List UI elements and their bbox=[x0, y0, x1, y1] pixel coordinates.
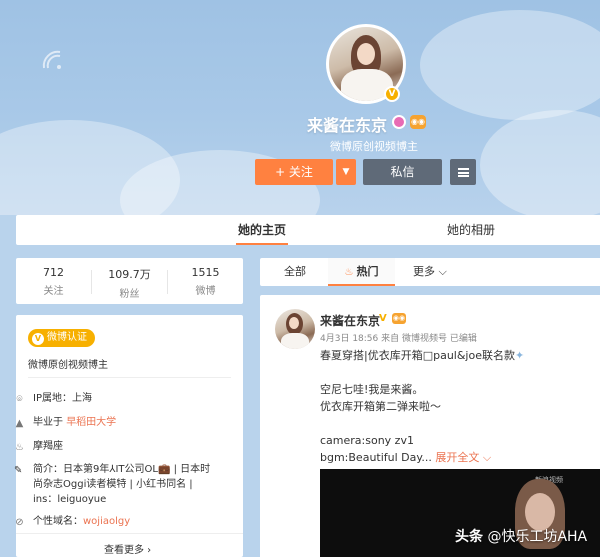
stat-posts[interactable]: 1515 微博 bbox=[168, 266, 243, 297]
bio-row: ✎ 简介：日本第9年⅄IT公司OL💼 | 日本时尚杂志Oggi读者模特 | 小红… bbox=[14, 462, 219, 507]
education-prefix: 毕业于 bbox=[33, 417, 67, 428]
menu-icon bbox=[457, 168, 469, 177]
profile-tab-bar: 她的主页 她的相册 bbox=[16, 215, 600, 245]
cake-icon: ♨ bbox=[15, 442, 24, 453]
sparkle-icon: ✦ bbox=[514, 349, 525, 362]
level-badge-icon[interactable]: ◉◉ bbox=[392, 313, 406, 324]
verification-description: 微博原创视频博主 bbox=[28, 360, 108, 371]
stat-label: 微博 bbox=[195, 286, 216, 297]
stat-following[interactable]: 712 关注 bbox=[16, 266, 91, 297]
zodiac-row: ♨ 摩羯座 bbox=[14, 437, 63, 453]
feed-tab-all[interactable]: 全部 bbox=[284, 258, 306, 286]
more-menu-button[interactable] bbox=[450, 159, 476, 185]
post-line: 优衣库开箱第二弹来啦～ bbox=[320, 400, 441, 413]
message-button[interactable]: 私信 bbox=[363, 159, 442, 185]
feed-tab-hot[interactable]: ♨ 热门 bbox=[328, 258, 395, 286]
post-line: camera:sony zv1 bbox=[320, 434, 414, 447]
watermark-text: @快乐工坊AHA bbox=[483, 529, 588, 545]
stat-label: 关注 bbox=[43, 286, 64, 297]
profile-name: 来酱在东京 bbox=[307, 116, 388, 135]
follow-dropdown-button[interactable]: ▼ bbox=[336, 159, 356, 185]
domain-prefix: 个性域名： bbox=[33, 516, 83, 527]
link-icon: ⊘ bbox=[15, 517, 24, 528]
feed-tab-hot-label: 热门 bbox=[356, 265, 379, 278]
ip-location-row: ⌾ IP属地：上海 bbox=[14, 389, 92, 405]
ip-location-text: IP属地：上海 bbox=[33, 393, 92, 404]
tab-album[interactable]: 她的相册 bbox=[447, 215, 495, 245]
level-badge-icon[interactable]: ◉◉ bbox=[410, 115, 426, 129]
watermark-brand: 头条 bbox=[455, 529, 483, 545]
profile-description: 微博原创视频博主 bbox=[330, 140, 418, 153]
divider bbox=[28, 377, 231, 378]
zodiac-text: 摩羯座 bbox=[33, 441, 63, 452]
post-meta: 4月3日 18:56 来自 微博视频号 已编辑 bbox=[320, 334, 477, 344]
stat-value: 109.7万 bbox=[108, 268, 151, 281]
verified-v-icon: V bbox=[384, 86, 400, 102]
expand-full-text-link[interactable]: 展开全文 ⌵ bbox=[435, 451, 491, 464]
verification-badge[interactable]: V 微博认证 bbox=[28, 329, 95, 347]
stat-label: 粉丝 bbox=[119, 289, 140, 300]
feed-tab-bar: 全部 ♨ 热门 更多 ⌵ bbox=[260, 258, 600, 286]
post-author-avatar[interactable] bbox=[275, 309, 315, 349]
post-author-name[interactable]: 来酱在东京 bbox=[320, 312, 380, 329]
location-pin-icon: ⌾ bbox=[16, 394, 23, 405]
domain-link[interactable]: wojiaolgy bbox=[83, 516, 130, 527]
verified-v-icon: V bbox=[32, 333, 44, 345]
post-card: 来酱在东京 V ◉◉ 4月3日 18:56 来自 微博视频号 已编辑 春夏穿搭|… bbox=[260, 295, 600, 557]
verified-v-icon: V bbox=[379, 313, 387, 324]
education-row: ▲ 毕业于 早稻田大学 bbox=[14, 413, 117, 429]
stat-value: 712 bbox=[43, 266, 64, 279]
view-more-link[interactable]: 查看更多 › bbox=[104, 541, 151, 556]
verification-label: 微博认证 bbox=[47, 332, 87, 343]
vip-member-icon[interactable] bbox=[392, 115, 406, 129]
tab-home[interactable]: 她的主页 bbox=[235, 215, 289, 245]
stats-panel: 712 关注 109.7万 粉丝 1515 微博 bbox=[16, 258, 243, 304]
domain-row: ⊘ 个性域名：wojiaolgy bbox=[14, 512, 130, 528]
feed-tab-more[interactable]: 更多 ⌵ bbox=[413, 258, 447, 286]
stat-followers[interactable]: 109.7万 粉丝 bbox=[92, 266, 167, 300]
bio-text: 简介：日本第9年⅄IT公司OL💼 | 日本时尚杂志Oggi读者模特 | 小红书同… bbox=[33, 464, 211, 505]
post-content: 春夏穿搭|优衣库开箱□paul&joe联名款✦ 空尼七哇!我是来酱。 优衣库开箱… bbox=[320, 347, 590, 466]
bio-icon: ✎ bbox=[14, 465, 23, 476]
follow-button[interactable]: + 关注 bbox=[255, 159, 333, 185]
fire-icon: ♨ bbox=[344, 267, 354, 278]
post-line: bgm:Beautiful Day... bbox=[320, 451, 432, 464]
signal-icon bbox=[42, 50, 61, 69]
toutiao-watermark: 头条 @快乐工坊AHA bbox=[455, 526, 587, 546]
divider bbox=[16, 533, 243, 534]
post-line: 空尼七哇!我是来酱。 bbox=[320, 383, 424, 396]
stat-value: 1515 bbox=[191, 266, 220, 279]
school-link[interactable]: 早稻田大学 bbox=[66, 417, 116, 428]
post-line: 春夏穿搭|优衣库开箱□paul&joe联名款 bbox=[320, 349, 515, 362]
graduation-cap-icon: ▲ bbox=[15, 418, 24, 429]
